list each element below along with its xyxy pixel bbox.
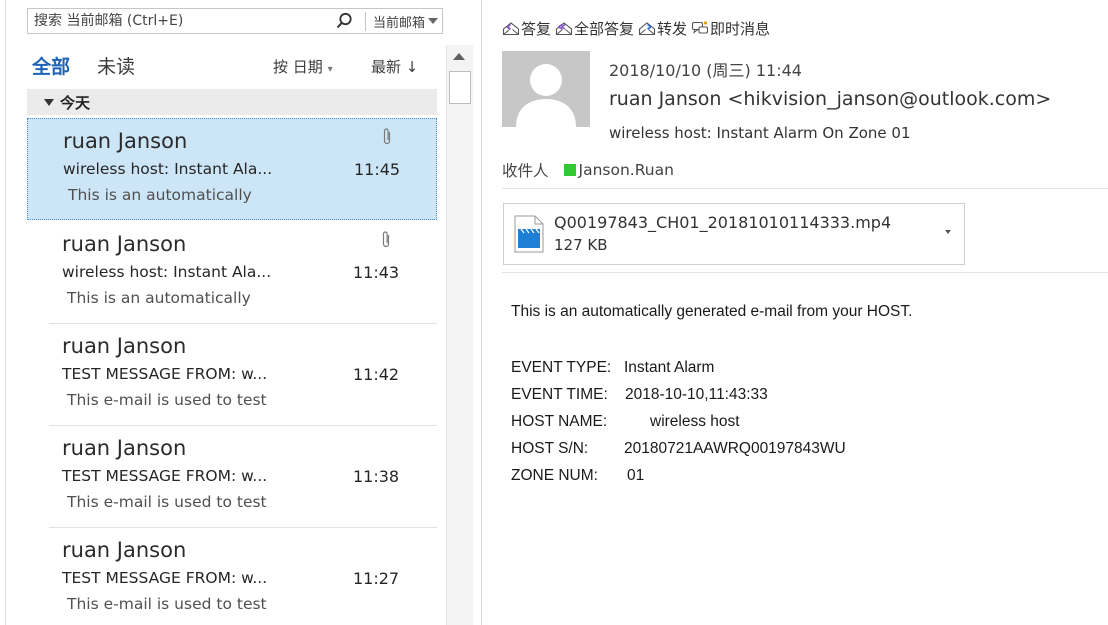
mail-sender: ruan Janson xyxy=(62,436,187,460)
mail-time: 11:42 xyxy=(353,365,400,384)
search-scope-label: 当前邮箱 xyxy=(373,15,426,31)
search-icon[interactable] xyxy=(334,11,354,31)
reply-button[interactable]: 答复 xyxy=(502,18,551,39)
paperclip-icon xyxy=(382,231,390,248)
reply-all-label: 全部答复 xyxy=(574,19,635,38)
attachment-name: Q00197843_CH01_20181010114333.mp4 xyxy=(554,213,892,232)
presence-status-icon xyxy=(563,164,576,176)
search-divider xyxy=(365,12,366,31)
field-label: EVENT TYPE: xyxy=(511,359,612,376)
mail-sender: ruan Janson xyxy=(62,334,187,358)
mail-subject: TEST MESSAGE FROM: w... xyxy=(62,467,268,485)
scroll-up-arrow-icon[interactable] xyxy=(453,53,465,60)
mail-time: 11:45 xyxy=(354,160,401,179)
field-value: 20180721AAWRQ00197843WU xyxy=(624,440,846,457)
mail-preview: This is an automatically xyxy=(67,289,251,307)
mail-item[interactable]: ruan Janson TEST MESSAGE FROM: w... 11:3… xyxy=(27,426,437,528)
chevron-down-icon: ▾ xyxy=(327,64,333,75)
reading-pane: 答复 全部答复 转发 即时消息 2018/10/10 (周三) 11:44 ru… xyxy=(481,0,1108,625)
mail-subject: TEST MESSAGE FROM: w... xyxy=(62,365,268,383)
group-label: 今天 xyxy=(60,93,91,112)
mail-item[interactable]: ruan Janson wireless host: Instant Ala..… xyxy=(27,222,437,324)
message-from[interactable]: ruan Janson <hikvision_janson@outlook.co… xyxy=(609,88,1051,110)
search-scope-dropdown[interactable]: 当前邮箱 xyxy=(369,9,442,33)
field-label: ZONE NUM: xyxy=(511,467,598,484)
recipients-row: 收件人 Janson.Ruan xyxy=(502,159,674,181)
to-label: 收件人 xyxy=(502,162,549,180)
mail-preview: This e-mail is used to test xyxy=(67,391,267,409)
field-label: HOST S/N: xyxy=(511,440,589,457)
filter-tab-all[interactable]: 全部 xyxy=(32,52,70,82)
reply-all-button[interactable]: 全部答复 xyxy=(555,18,634,39)
mail-subject: wireless host: Instant Ala... xyxy=(63,160,273,178)
field-value: Instant Alarm xyxy=(624,359,715,376)
field-value: wireless host xyxy=(650,413,740,430)
message-subject: wireless host: Instant Alarm On Zone 01 xyxy=(609,124,911,142)
mail-list-pane: 当前邮箱 全部 未读 按 日期 ▾ 最新 ↓ 今天 ruan Janson wi… xyxy=(0,0,480,625)
instant-message-icon xyxy=(691,21,709,34)
reply-all-icon xyxy=(555,22,573,36)
forward-icon xyxy=(638,22,656,36)
filter-tab-unread[interactable]: 未读 xyxy=(97,52,135,82)
body-intro: This is an automatically generated e-mai… xyxy=(511,303,913,320)
mail-item[interactable]: ruan Janson wireless host: Instant Ala..… xyxy=(27,118,437,220)
instant-message-button[interactable]: 即时消息 xyxy=(691,18,770,39)
mail-sender: ruan Janson xyxy=(62,538,187,562)
search-bar: 当前邮箱 xyxy=(27,8,443,34)
sort-by-dropdown[interactable]: 按 日期 ▾ xyxy=(273,56,333,77)
mail-subject: wireless host: Instant Ala... xyxy=(62,263,272,281)
field-value: 2018-10-10,11:43:33 xyxy=(625,386,768,403)
mail-time: 11:43 xyxy=(353,263,400,282)
mail-preview: This e-mail is used to test xyxy=(67,595,267,613)
search-input[interactable] xyxy=(28,9,328,33)
attachment-card[interactable]: Q00197843_CH01_20181010114333.mp4 127 KB xyxy=(503,203,965,265)
field-value: 01 xyxy=(627,467,645,484)
mail-sender: ruan Janson xyxy=(63,129,188,153)
scrollbar-thumb[interactable] xyxy=(449,71,471,104)
collapse-triangle-icon[interactable] xyxy=(44,98,54,106)
attachment-size: 127 KB xyxy=(554,236,608,254)
mail-sender: ruan Janson xyxy=(62,232,187,256)
person-placeholder-icon xyxy=(516,64,576,127)
field-label: EVENT TIME: xyxy=(511,386,608,403)
forward-button[interactable]: 转发 xyxy=(638,18,687,39)
mail-preview: This is an automatically xyxy=(68,186,252,204)
filter-row: 全部 未读 按 日期 ▾ 最新 ↓ xyxy=(27,52,437,82)
field-label: HOST NAME: xyxy=(511,413,608,430)
mail-preview: This e-mail is used to test xyxy=(67,493,267,511)
message-date: 2018/10/10 (周三) 11:44 xyxy=(609,61,802,80)
mail-item[interactable]: ruan Janson TEST MESSAGE FROM: w... 11:2… xyxy=(27,528,437,625)
group-header-today[interactable]: 今天 xyxy=(27,89,437,115)
video-file-icon xyxy=(514,215,544,253)
divider xyxy=(502,188,1108,189)
mail-time: 11:27 xyxy=(353,569,400,588)
forward-label: 转发 xyxy=(657,19,688,38)
instant-message-label: 即时消息 xyxy=(710,19,771,38)
reply-icon xyxy=(502,22,520,36)
reply-label: 答复 xyxy=(521,19,552,38)
mail-time: 11:38 xyxy=(353,467,400,486)
pane-edge xyxy=(5,0,6,625)
message-action-bar: 答复 全部答复 转发 即时消息 xyxy=(502,16,774,40)
mail-item[interactable]: ruan Janson TEST MESSAGE FROM: w... 11:4… xyxy=(27,324,437,426)
sort-by-label: 按 日期 xyxy=(273,58,323,76)
chevron-down-icon xyxy=(428,18,438,24)
mail-list-scrollbar[interactable] xyxy=(446,45,473,625)
sort-order-toggle[interactable]: 最新 ↓ xyxy=(371,56,418,77)
divider xyxy=(502,272,1108,273)
chevron-down-icon[interactable] xyxy=(945,230,951,234)
paperclip-icon xyxy=(383,128,391,145)
mail-subject: TEST MESSAGE FROM: w... xyxy=(62,569,268,587)
avatar[interactable] xyxy=(502,51,590,127)
recipient-name[interactable]: Janson.Ruan xyxy=(579,161,674,179)
